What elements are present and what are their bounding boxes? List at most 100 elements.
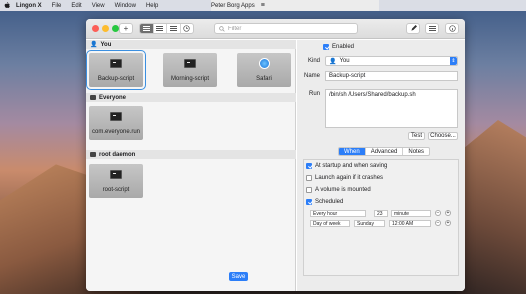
save-button[interactable]: Save xyxy=(229,272,248,281)
info-button[interactable] xyxy=(445,23,459,34)
desktop-dune-right xyxy=(456,120,526,294)
minimize-window-button[interactable] xyxy=(102,25,109,32)
run-command-field[interactable]: /bin/sh /Users/Shared/backup.sh xyxy=(325,89,458,128)
apple-icon[interactable] xyxy=(4,2,10,9)
option-label: At startup and when saving xyxy=(315,163,388,169)
sidebar-icon xyxy=(428,26,436,31)
menu-file[interactable]: File xyxy=(52,3,62,9)
menu-app[interactable]: Lingon X xyxy=(16,3,42,9)
info-icon xyxy=(448,25,456,32)
safari-icon xyxy=(258,58,270,69)
window-toolbar: + xyxy=(86,19,465,39)
menu-help[interactable]: Help xyxy=(146,3,158,9)
schedule-period-popup[interactable]: Day of week xyxy=(310,220,350,227)
group-name: Everyone xyxy=(99,94,127,101)
kind-label-text: Kind xyxy=(308,58,321,64)
schedule-period: Every hour xyxy=(313,210,338,217)
user-icon: 👤 xyxy=(90,42,98,48)
job-label: com.everyone.run xyxy=(91,129,141,135)
add-schedule-button[interactable]: + xyxy=(445,220,451,226)
detail-tabs: When Advanced Notes xyxy=(338,147,431,156)
schedule-day-popup[interactable]: Sunday xyxy=(354,220,385,227)
list-view-icon xyxy=(156,26,164,31)
grid-view-button[interactable] xyxy=(140,24,154,33)
filter-field[interactable] xyxy=(214,23,358,34)
schedule-time-field[interactable]: 12:00 AM xyxy=(389,220,431,227)
menu-window[interactable]: Window xyxy=(115,3,136,9)
relaunch-checkbox[interactable] xyxy=(306,175,312,181)
option-row[interactable]: Scheduled xyxy=(306,199,343,205)
terminal-icon xyxy=(184,59,196,68)
test-button[interactable]: Test xyxy=(408,132,425,140)
tab-advanced[interactable]: Advanced xyxy=(366,148,404,155)
test-button-label: Test xyxy=(410,133,422,139)
job-label: root-script xyxy=(102,187,130,193)
group-name: You xyxy=(100,41,112,48)
terminal-icon xyxy=(110,170,122,179)
compact-view-button[interactable] xyxy=(167,24,181,33)
choose-button-label: Choose... xyxy=(430,133,456,139)
scheduled-checkbox[interactable] xyxy=(306,199,312,205)
job-label: Safari xyxy=(256,76,272,82)
job-tile-morning-script[interactable]: Morning-script xyxy=(163,53,217,87)
remove-schedule-button[interactable]: − xyxy=(435,220,441,226)
job-tile-com-everyone-run[interactable]: com.everyone.run xyxy=(89,106,143,140)
name-label: Name xyxy=(304,73,320,79)
when-options-box: At startup and when saving Launch again … xyxy=(303,159,459,276)
menubar: Lingon X File Edit View Window Help Pete… xyxy=(0,0,526,11)
zoom-window-button[interactable] xyxy=(112,25,119,32)
kind-value: You xyxy=(339,58,350,64)
kind-popup[interactable]: 👤 You ⇕ xyxy=(325,56,458,66)
tab-when[interactable]: When xyxy=(339,148,366,155)
close-window-button[interactable] xyxy=(92,25,99,32)
option-row[interactable]: Launch again if it crashes xyxy=(306,175,383,181)
group-header-root-daemon: root daemon xyxy=(86,150,296,159)
add-schedule-button[interactable]: + xyxy=(445,210,451,216)
terminal-icon xyxy=(110,112,122,121)
enabled-checkbox[interactable] xyxy=(323,44,329,50)
menu-extras-icon[interactable]: ≡ xyxy=(261,2,265,9)
name-field[interactable]: Backup-script xyxy=(325,71,458,81)
menubar-user-label[interactable]: Peter Borg Apps xyxy=(211,3,255,9)
list-view-button[interactable] xyxy=(154,24,167,33)
option-label: A volume is mounted xyxy=(315,187,371,193)
job-tile-backup-script[interactable]: Backup-script xyxy=(86,50,146,90)
enabled-checkbox-row[interactable]: Enabled xyxy=(323,44,354,50)
remove-schedule-button[interactable]: − xyxy=(435,210,441,216)
edit-button[interactable] xyxy=(406,23,420,34)
job-tile-root-script[interactable]: root-script xyxy=(89,164,143,198)
search-icon xyxy=(219,25,225,32)
sidebar-toggle-button[interactable] xyxy=(425,23,439,34)
option-row[interactable]: A volume is mounted xyxy=(306,187,371,193)
clock-icon xyxy=(183,25,190,32)
schedule-value-field[interactable]: 23 xyxy=(374,210,388,217)
name-value: Backup-script xyxy=(329,73,366,79)
everyone-icon xyxy=(90,95,96,100)
app-window: + 👤 You Backup- xyxy=(86,19,465,291)
job-tile-safari[interactable]: Safari xyxy=(237,53,291,87)
daemon-icon xyxy=(90,152,96,157)
schedule-period: Day of week xyxy=(313,220,341,227)
volume-mounted-checkbox[interactable] xyxy=(306,187,312,193)
jobs-pane: 👤 You Backup-script Morning-script Safar… xyxy=(86,40,296,291)
run-label: Run xyxy=(309,91,320,97)
filter-input[interactable] xyxy=(228,25,348,32)
option-label: Scheduled xyxy=(315,199,344,205)
job-detail-pane: Enabled Kind 👤 You ⇕ Name Backup-script … xyxy=(297,40,465,291)
menu-view[interactable]: View xyxy=(92,3,105,9)
schedule-unit-popup[interactable]: minute xyxy=(391,210,431,217)
schedule-period-popup[interactable]: Every hour xyxy=(310,210,366,217)
menu-edit[interactable]: Edit xyxy=(71,3,81,9)
tab-notes[interactable]: Notes xyxy=(403,148,429,155)
job-label: Morning-script xyxy=(170,76,209,82)
schedule-value: 23 xyxy=(377,210,383,217)
history-view-button[interactable] xyxy=(181,24,194,33)
enabled-label: Enabled xyxy=(332,44,355,50)
plus-icon: + xyxy=(123,24,129,33)
group-header-you: 👤 You xyxy=(86,40,296,49)
choose-button[interactable]: Choose... xyxy=(428,132,458,140)
option-row[interactable]: At startup and when saving xyxy=(306,163,387,169)
compact-view-icon xyxy=(169,26,177,31)
add-job-button[interactable]: + xyxy=(119,23,133,34)
startup-checkbox[interactable] xyxy=(306,163,312,169)
